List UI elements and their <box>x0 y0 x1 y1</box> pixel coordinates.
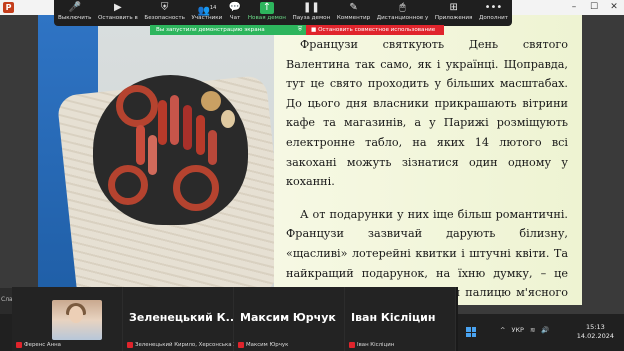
participants-count: 14 <box>209 5 217 11</box>
system-tray: ^ УКР ≋ 🔊 <box>500 326 550 334</box>
remote-control-button[interactable]: 🖱 Дистанционное у <box>377 0 429 26</box>
annotate-button[interactable]: ✎ Комментир <box>337 0 370 26</box>
window-controls: – ☐ ✕ <box>564 0 624 15</box>
clock-time: 15:13 <box>586 323 605 331</box>
speaker-icon[interactable]: 🔊 <box>541 326 549 334</box>
slide-paragraph-1: Французи святкують День святого Валентин… <box>286 38 568 189</box>
shield-icon: ⛨ <box>160 2 169 13</box>
participants-button[interactable]: 👥14 Участники <box>191 0 222 26</box>
more-button[interactable]: ••• Дополнит <box>479 0 508 26</box>
mic-muted-icon <box>349 342 355 348</box>
pause-icon: ❚❚ <box>303 2 320 13</box>
language-indicator[interactable]: УКР <box>511 326 524 334</box>
chat-button[interactable]: 💬 Чат <box>229 0 241 26</box>
apps-button[interactable]: ⊞ Приложения <box>435 0 473 26</box>
stop-share-button[interactable]: ■ Остановить совместное использование <box>306 25 444 35</box>
participant-tile[interactable]: Іван Кісліцин Іван Кісліцин <box>345 287 456 351</box>
share-status-text: Вы запустили демонстрацию экрана <box>150 25 294 35</box>
taskbar-clock[interactable]: 15:13 14.02.2024 <box>577 323 614 341</box>
stop-video-button[interactable]: ▶ Остановить в <box>98 0 138 26</box>
video-camera-icon: ▶ <box>114 2 122 13</box>
wifi-icon[interactable]: ≋ <box>530 326 535 334</box>
pause-share-button[interactable]: ❚❚ Пауза демон <box>293 0 331 26</box>
more-icon: ••• <box>484 2 503 13</box>
mic-muted-icon <box>16 342 22 348</box>
chevron-up-icon[interactable]: ^ <box>500 326 505 334</box>
share-screen-icon: ↑ <box>259 2 275 14</box>
participant-caption: Ференс Анна <box>24 342 61 348</box>
new-share-button[interactable]: ↑ Новая демон <box>248 0 286 26</box>
remote-control-icon: 🖱 <box>399 2 406 13</box>
participant-caption: Зеленецький Кирило, Херсонська З... <box>135 342 242 348</box>
mic-muted-icon <box>127 342 133 348</box>
security-button[interactable]: ⛨ Безопасность <box>144 0 185 26</box>
annotate-icon: ✎ <box>349 2 358 13</box>
sausage-bouquet-photo <box>38 15 274 305</box>
slide-text: Французи святкують День святого Валентин… <box>286 35 568 305</box>
apps-icon: ⊞ <box>449 2 458 13</box>
participant-tile[interactable]: Ференс Анна <box>12 287 123 351</box>
windows-start-icon[interactable] <box>466 327 476 337</box>
participant-name: Іван Кісліцин <box>351 311 436 324</box>
participant-name: Максим Юрчук <box>240 311 336 324</box>
mic-muted-icon <box>238 342 244 348</box>
minimize-icon[interactable]: – <box>564 0 584 15</box>
clock-date: 14.02.2024 <box>576 332 614 340</box>
screen: P – ☐ ✕ Французи святкують День святого … <box>0 0 624 351</box>
participant-caption: Максим Юрчук <box>246 342 289 348</box>
participant-video <box>52 300 102 340</box>
maximize-icon[interactable]: ☐ <box>584 0 604 15</box>
shield-check-icon: ⛨ <box>294 25 306 35</box>
presentation-slide: Французи святкують День святого Валентин… <box>38 15 582 305</box>
participants-icon: 👥14 <box>197 5 217 17</box>
microphone-icon: 🎤 <box>68 2 81 13</box>
slide-status-label: Слай <box>0 288 17 314</box>
participant-strip: Ференс Анна Зеленецький К... Зеленецький… <box>12 287 458 351</box>
close-icon[interactable]: ✕ <box>604 0 624 15</box>
zoom-meeting-toolbar: 🎤 Выключить ▶ Остановить в ⛨ Безопасност… <box>54 0 512 26</box>
powerpoint-icon[interactable]: P <box>3 2 14 13</box>
participant-caption: Іван Кісліцин <box>357 342 395 348</box>
participant-name: Зеленецький К... <box>129 311 239 324</box>
participant-tile[interactable]: Максим Юрчук Максим Юрчук <box>234 287 345 351</box>
participant-tile[interactable]: Зеленецький К... Зеленецький Кирило, Хер… <box>123 287 242 351</box>
chat-icon: 💬 <box>228 2 242 13</box>
screen-share-status-bar: Вы запустили демонстрацию экрана ⛨ ■ Ост… <box>150 25 444 35</box>
mute-button[interactable]: 🎤 Выключить <box>58 0 91 26</box>
